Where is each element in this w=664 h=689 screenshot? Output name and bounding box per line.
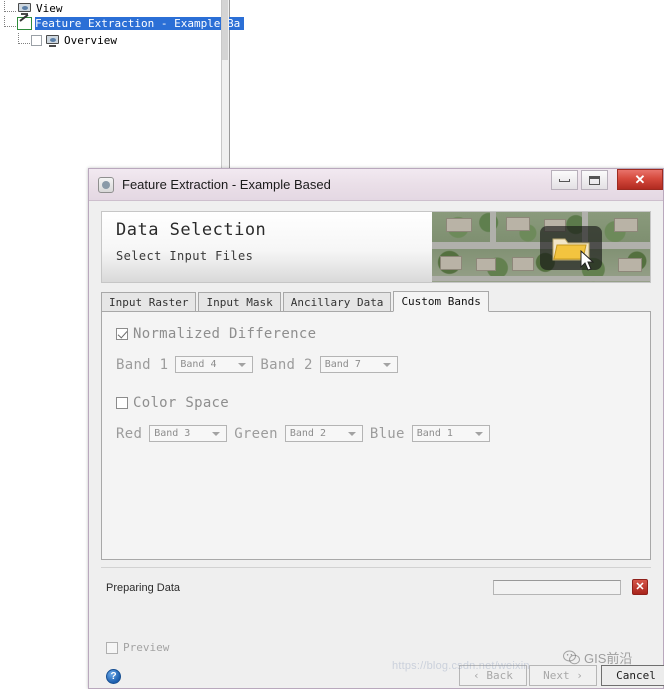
chevron-down-icon <box>474 431 483 436</box>
preview-label: Preview <box>123 641 170 654</box>
dialog-banner: Data Selection Select Input Files <box>101 211 651 283</box>
normalized-difference-label: Normalized Difference <box>133 326 317 342</box>
band2-value: Band 7 <box>324 359 361 370</box>
arrow-cursor-icon <box>580 250 595 271</box>
close-button[interactable]: ✕ <box>617 169 663 190</box>
pencil-icon <box>17 17 32 30</box>
red-band-value: Band 3 <box>154 428 191 439</box>
minimize-button[interactable] <box>551 170 578 190</box>
band1-value: Band 4 <box>180 359 217 370</box>
monitor-icon <box>45 34 60 47</box>
tree-item-overview[interactable]: Overview <box>18 33 117 48</box>
custom-bands-panel: Normalized Difference Band 1 Band 4 Band… <box>101 312 651 560</box>
tree-item-feature-extraction[interactable]: Feature Extraction - Example Ba <box>4 16 245 31</box>
green-band-value: Band 2 <box>289 428 326 439</box>
status-text: Preparing Data <box>106 582 180 594</box>
maximize-icon <box>589 175 600 185</box>
green-band-select[interactable]: Band 2 <box>284 425 363 442</box>
chevron-down-icon <box>347 431 356 436</box>
maximize-button[interactable] <box>581 170 608 190</box>
tree-connector-icon <box>18 33 30 44</box>
blue-band-select[interactable]: Band 1 <box>411 425 490 442</box>
banner-subtitle: Select Input Files <box>116 249 254 263</box>
back-button[interactable]: ‹ Back <box>459 665 527 686</box>
banner-text-area: Data Selection Select Input Files <box>102 212 432 282</box>
normalized-difference-fields: Band 1 Band 4 Band 2 Band 7 <box>116 356 636 373</box>
normalized-difference-checkbox[interactable] <box>116 328 128 340</box>
tree-item-view[interactable]: View <box>4 1 63 16</box>
close-icon: ✕ <box>634 171 646 187</box>
tab-ancillary-data[interactable]: Ancillary Data <box>282 292 392 311</box>
banner-title: Data Selection <box>116 220 267 240</box>
chevron-down-icon <box>382 362 391 367</box>
green-label: Green <box>234 425 278 442</box>
aerial-imagery-thumbnail <box>432 212 650 282</box>
tab-input-raster[interactable]: Input Raster <box>101 292 197 311</box>
monitor-icon <box>17 2 32 15</box>
band1-label: Band 1 <box>116 356 169 373</box>
color-space-block: Color Space Red Band 3 Green Band 2 Blue <box>116 395 636 442</box>
tab-input-mask[interactable]: Input Mask <box>198 292 281 311</box>
cancel-progress-button[interactable]: ✕ <box>632 579 648 595</box>
tree-item-label: View <box>36 2 63 15</box>
screen: View Feature Extraction - Example Ba Ove… <box>0 0 664 689</box>
status-area: Preparing Data ✕ <box>101 568 651 612</box>
tree-item-label: Overview <box>64 34 117 47</box>
tree-item-label: Feature Extraction - Example Ba <box>35 17 245 30</box>
tree-checkbox[interactable] <box>31 35 42 46</box>
dialog-title: Feature Extraction - Example Based <box>122 177 331 192</box>
progress-bar <box>493 580 621 595</box>
tree-scrollbar-thumb[interactable] <box>222 0 228 60</box>
band2-label: Band 2 <box>260 356 313 373</box>
band2-select[interactable]: Band 7 <box>319 356 398 373</box>
color-space-checkbox[interactable] <box>116 397 128 409</box>
color-space-label: Color Space <box>133 395 230 411</box>
feature-extraction-dialog: Feature Extraction - Example Based ✕ Dat… <box>88 168 664 689</box>
app-icon <box>98 176 114 193</box>
dialog-titlebar[interactable]: Feature Extraction - Example Based ✕ <box>89 169 663 201</box>
red-band-select[interactable]: Band 3 <box>149 425 228 442</box>
preview-checkbox[interactable] <box>106 641 118 654</box>
chevron-down-icon <box>212 431 221 436</box>
chevron-down-icon <box>238 362 247 367</box>
blue-band-value: Band 1 <box>416 428 453 439</box>
tree-connector-icon <box>4 1 16 12</box>
minimize-icon <box>559 178 570 182</box>
blue-label: Blue <box>369 425 405 442</box>
tab-custom-bands[interactable]: Custom Bands <box>393 291 489 312</box>
preview-row[interactable]: Preview <box>106 641 169 654</box>
cancel-button[interactable]: Cancel <box>601 665 664 686</box>
red-label: Red <box>116 425 143 442</box>
tree-connector-icon <box>4 16 16 27</box>
tab-bar: Input Raster Input Mask Ancillary Data C… <box>101 291 651 312</box>
next-button[interactable]: Next › <box>529 665 597 686</box>
color-space-row[interactable]: Color Space <box>116 395 636 411</box>
color-space-fields: Red Band 3 Green Band 2 Blue Band 1 <box>116 425 636 442</box>
dialog-footer: ? ‹ Back Next › Cancel <box>89 656 664 688</box>
band1-select[interactable]: Band 4 <box>175 356 254 373</box>
help-icon[interactable]: ? <box>106 669 121 684</box>
normalized-difference-row[interactable]: Normalized Difference <box>116 326 636 342</box>
